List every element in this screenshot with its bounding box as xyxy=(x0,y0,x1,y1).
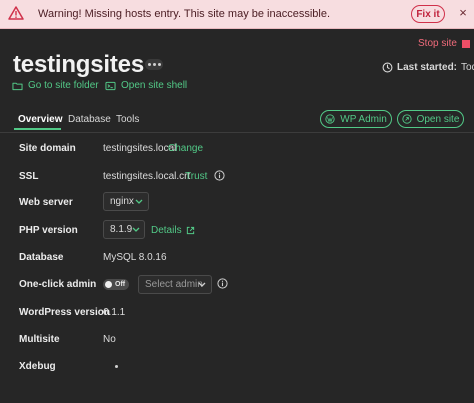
database-label: Database xyxy=(19,252,64,263)
php-details-link[interactable]: Details xyxy=(151,225,195,236)
web-server-value: nginx xyxy=(110,196,134,207)
folder-icon xyxy=(12,82,23,90)
web-server-label: Web server xyxy=(19,197,73,208)
select-admin-placeholder: Select admin xyxy=(145,279,203,290)
php-details-label: Details xyxy=(151,225,182,236)
external-link-icon xyxy=(401,114,412,124)
wp-admin-label: WP Admin xyxy=(340,113,387,125)
tab-tools[interactable]: Tools xyxy=(116,114,139,125)
go-to-site-folder-link[interactable]: Go to site folder xyxy=(12,80,99,91)
info-icon[interactable] xyxy=(214,170,225,181)
web-server-select[interactable]: nginx xyxy=(103,192,149,211)
clock-icon xyxy=(382,62,393,73)
xdebug-label: Xdebug xyxy=(19,361,56,372)
wordpress-version-label: WordPress version xyxy=(19,307,110,318)
stop-site-button[interactable]: Stop site xyxy=(418,38,470,49)
one-click-admin-toggle[interactable]: Off xyxy=(103,279,129,290)
chevron-down-icon xyxy=(132,227,140,232)
terminal-icon xyxy=(105,81,116,90)
tab-database[interactable]: Database xyxy=(68,114,111,125)
ssl-label: SSL xyxy=(19,171,39,182)
close-icon[interactable]: × xyxy=(456,6,470,20)
active-tab-indicator xyxy=(14,128,61,130)
chevron-down-icon xyxy=(135,199,143,204)
stop-icon xyxy=(461,39,470,48)
multisite-label: Multisite xyxy=(19,334,60,345)
warning-banner: Warning! Missing hosts entry. This site … xyxy=(0,0,474,29)
last-started-label: Last started: xyxy=(397,62,458,73)
ssl-value: testingsites.local.crt xyxy=(103,171,191,182)
external-link-icon xyxy=(186,226,194,235)
trust-ssl-link[interactable]: Trust xyxy=(185,171,207,182)
last-started-value: Today xyxy=(461,62,474,73)
database-value: MySQL 8.0.16 xyxy=(103,252,167,263)
open-site-shell-link[interactable]: Open site shell xyxy=(105,80,187,91)
php-version-select[interactable]: 8.1.9 xyxy=(103,220,145,239)
site-domain-value: testingsites.local xyxy=(103,143,177,154)
open-site-shell-label: Open site shell xyxy=(121,80,188,91)
multisite-value: No xyxy=(103,334,116,345)
php-version-label: PHP version xyxy=(19,225,78,236)
info-icon[interactable] xyxy=(217,278,228,289)
xdebug-toggle[interactable] xyxy=(115,365,118,368)
warning-triangle-icon xyxy=(8,6,24,20)
go-to-site-folder-label: Go to site folder xyxy=(28,80,99,91)
wordpress-icon xyxy=(325,114,335,124)
stop-site-label: Stop site xyxy=(418,38,457,49)
warning-message: Warning! Missing hosts entry. This site … xyxy=(38,8,331,20)
php-version-value: 8.1.9 xyxy=(110,224,133,235)
one-click-admin-label: One-click admin xyxy=(19,279,97,290)
tab-divider xyxy=(0,132,474,133)
toggle-state-label: Off xyxy=(115,281,126,288)
open-site-label: Open site xyxy=(416,113,460,125)
site-domain-label: Site domain xyxy=(19,143,76,154)
open-site-button[interactable]: Open site xyxy=(397,110,464,128)
tab-overview[interactable]: Overview xyxy=(18,114,62,125)
select-admin-dropdown[interactable]: Select admin xyxy=(138,275,212,294)
chevron-down-icon xyxy=(198,282,206,287)
ellipsis-icon[interactable] xyxy=(145,59,163,70)
wordpress-version-value: 6.1.1 xyxy=(103,307,126,318)
site-title: testingsites xyxy=(13,51,144,78)
toggle-knob xyxy=(105,281,112,288)
last-started: Last started: Today xyxy=(382,62,474,73)
wp-admin-button[interactable]: WP Admin xyxy=(320,110,392,128)
change-domain-link[interactable]: Change xyxy=(168,143,203,154)
fix-it-button[interactable]: Fix it xyxy=(411,5,445,23)
